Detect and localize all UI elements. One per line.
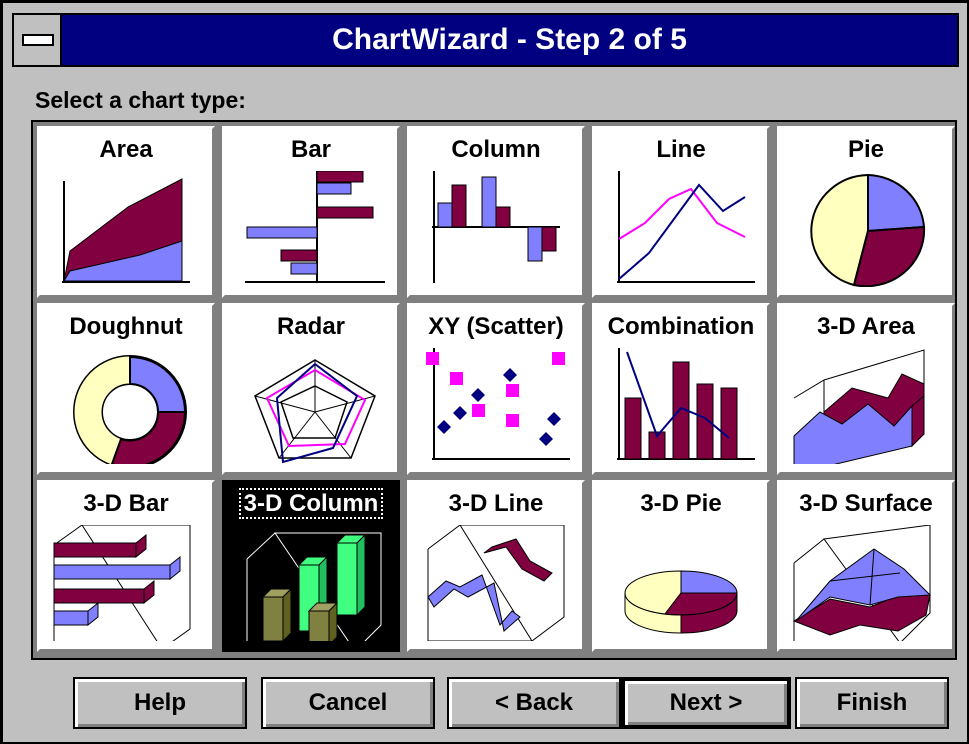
finish-button-label: Finish xyxy=(836,689,908,716)
chart-type-label: Pie xyxy=(847,136,885,163)
chart-type-label: XY (Scatter) xyxy=(428,313,564,340)
chart-type-label: Bar xyxy=(290,136,332,163)
chart-type-label: 3-D Bar xyxy=(83,490,169,517)
chart-type-radar[interactable]: Radar xyxy=(222,303,400,475)
3d-surface-chart-icon xyxy=(792,525,932,641)
chart-type-label: 3-D Surface xyxy=(799,490,933,517)
chart-type-label: Combination xyxy=(607,313,755,340)
chart-type-gallery: Area Bar Column Line Pie Doughnut Radar … xyxy=(31,120,957,660)
scatter-chart-icon xyxy=(426,348,570,460)
chart-type-pie[interactable]: Pie xyxy=(777,126,955,298)
chart-type-label: 3-D Column xyxy=(225,488,397,519)
back-button-label: < Back xyxy=(494,689,574,716)
back-button[interactable]: < Back xyxy=(447,677,621,729)
doughnut-chart-icon xyxy=(73,355,187,464)
chart-type-3d-area[interactable]: 3-D Area xyxy=(777,303,955,475)
chart-type-doughnut[interactable]: Doughnut xyxy=(37,303,215,475)
help-button[interactable]: Help xyxy=(73,677,247,729)
chart-type-label: Area xyxy=(99,136,153,163)
help-button-label: Help xyxy=(133,689,186,716)
chart-type-line[interactable]: Line xyxy=(592,126,770,298)
chart-type-combination[interactable]: Combination xyxy=(592,303,770,475)
chart-type-xy-scatter[interactable]: XY (Scatter) xyxy=(407,303,585,475)
system-menu-icon xyxy=(22,34,54,46)
radar-chart-icon xyxy=(254,359,376,464)
window-title: ChartWizard - Step 2 of 5 xyxy=(332,23,687,56)
selected-label-focus: 3-D Column xyxy=(238,488,384,519)
chart-type-area[interactable]: Area xyxy=(37,126,215,298)
title-bar: ChartWizard - Step 2 of 5 xyxy=(12,13,959,67)
chart-type-3d-column[interactable]: 3-D Column xyxy=(222,480,400,652)
chart-type-label: Doughnut xyxy=(69,313,183,340)
3d-area-chart-icon xyxy=(793,349,925,464)
chart-type-bar[interactable]: Bar xyxy=(222,126,400,298)
line-chart-icon xyxy=(617,171,755,283)
cancel-button-label: Cancel xyxy=(308,689,388,716)
chart-type-label: 3-D Line xyxy=(448,490,544,517)
bar-chart-icon xyxy=(245,171,385,283)
chart-type-3d-line[interactable]: 3-D Line xyxy=(407,480,585,652)
chart-type-3d-bar[interactable]: 3-D Bar xyxy=(37,480,215,652)
cancel-button[interactable]: Cancel xyxy=(261,677,435,729)
select-chart-type-label: Select a chart type: xyxy=(35,87,246,113)
finish-button[interactable]: Finish xyxy=(795,677,949,729)
chart-type-label: Column xyxy=(451,136,541,163)
3d-pie-chart-icon xyxy=(624,570,738,634)
area-chart-icon xyxy=(62,178,190,283)
chart-type-3d-surface[interactable]: 3-D Surface xyxy=(777,480,955,652)
chart-type-column[interactable]: Column xyxy=(407,126,585,298)
3d-column-chart-icon xyxy=(246,532,382,641)
pie-chart-icon xyxy=(810,173,926,287)
chart-type-label: 3-D Area xyxy=(817,313,915,340)
chart-type-label: Radar xyxy=(276,313,346,340)
system-menu-button[interactable] xyxy=(14,15,62,65)
chart-type-label: 3-D Pie xyxy=(640,490,722,517)
3d-line-chart-icon xyxy=(427,525,565,641)
column-chart-icon xyxy=(432,171,560,283)
chart-type-label: Line xyxy=(656,136,706,163)
next-button-label: Next > xyxy=(669,689,743,716)
chart-type-3d-pie[interactable]: 3-D Pie xyxy=(592,480,770,652)
combination-chart-icon xyxy=(617,348,755,460)
3d-bar-chart-icon xyxy=(53,525,191,641)
chartwizard-dialog: ChartWizard - Step 2 of 5 Select a chart… xyxy=(0,0,969,744)
next-button[interactable]: Next > xyxy=(621,677,791,729)
